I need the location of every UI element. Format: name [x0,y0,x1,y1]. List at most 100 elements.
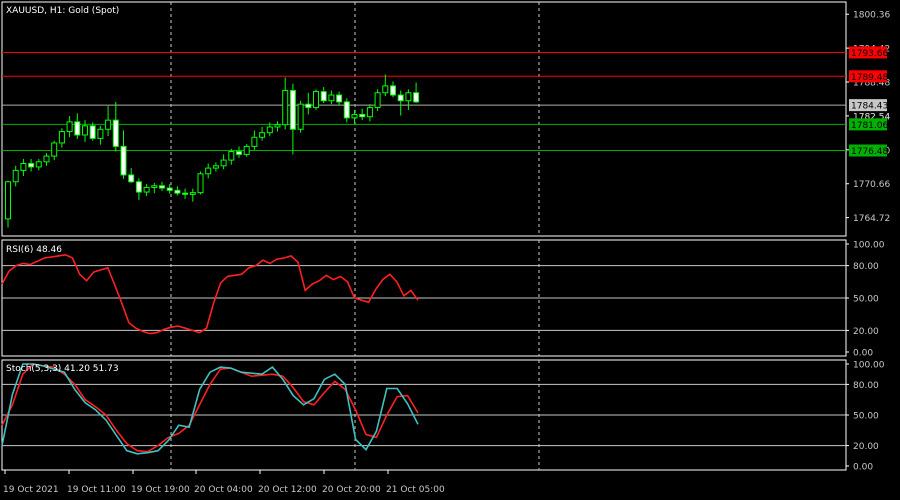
candle-body [336,94,343,103]
candle-bullish [97,125,104,145]
candle-bullish [251,130,258,150]
candle-body [351,113,358,119]
candle-body [259,132,266,138]
candle-body [12,169,19,183]
candle-bullish [297,100,304,133]
candle-bearish [305,92,312,115]
time-tick-label: 20 Oct 04:00 [194,485,253,495]
stoch-tick-label: 20.00 [853,442,879,452]
price-level-label: 1776.48 [851,147,888,157]
candle-body [205,167,212,175]
candle-bullish [259,126,266,141]
candle-body [35,161,42,168]
rsi-title: RSI(6) 48.46 [6,245,62,255]
price-tick-label: 1770.66 [853,180,890,190]
candle-bearish [320,87,327,104]
candle-body [289,89,296,130]
level-tags: 1793.66 1789.48 1784.43 1781.06 1776.48 [849,46,888,157]
candle-body [228,151,235,161]
candle-body [266,126,273,134]
candle-bullish [197,171,204,195]
chart-title: XAUUSD, H1: Gold (Spot) [6,6,119,16]
candle-bullish [12,165,19,187]
candle-body [366,107,373,118]
candle-bearish [182,188,189,199]
candle-bullish [20,158,27,177]
candle-body [397,94,404,102]
candle-bullish [405,89,412,110]
candle-bearish [397,90,404,116]
candle-bullish [328,90,335,105]
candle-body [89,125,96,139]
time-tick-label: 20 Oct 20:00 [322,485,381,495]
candle-body [282,89,289,126]
candle-body [97,128,104,139]
candle-bullish [82,120,88,142]
candle-body [28,163,35,168]
price-levels [2,51,846,152]
candle-body [297,103,304,130]
candle-bullish [151,182,158,194]
time-tick-label: 19 Oct 11:00 [67,485,126,495]
candle-body [43,155,50,163]
candle-body [251,136,258,147]
candle-body [166,187,173,191]
candle-body [112,119,119,147]
candle-bullish [143,184,150,197]
candle-bearish [28,158,35,172]
stoch-tick-label: 50.00 [853,412,879,422]
candle-bullish [189,188,196,202]
rsi-axis: 100.00 80.00 50.00 20.00 0.00 [846,241,885,359]
stoch-title: Stoch(5,3,3) 41.20 51.73 [6,364,119,374]
price-level-label: 1781.06 [851,121,888,131]
candle-bullish [5,180,11,228]
candle-body [74,121,81,136]
candle-bearish [289,83,296,155]
rsi-tick-label: 80.00 [853,262,879,272]
candle-body [390,85,396,96]
candle-bearish [74,113,81,139]
candle-bullish [212,162,219,172]
candle-bullish [313,89,319,110]
candle-body [105,119,112,130]
rsi-tick-label: 100.00 [853,241,885,251]
candle-bullish [35,158,42,171]
candle-body [143,186,150,193]
time-tick-label: 20 Oct 12:00 [258,485,317,495]
candle-body [212,165,219,169]
candle-bearish [343,98,350,123]
candle-bearish [159,181,165,191]
candle-bullish [243,144,250,157]
candle-body [328,94,335,102]
candle-body [20,163,27,171]
candle-bullish [351,109,358,124]
stoch-axis: 100.00 80.00 50.00 20.00 0.00 [846,361,885,473]
candle-bullish [105,105,112,137]
candle-bullish [43,153,50,166]
rsi-tick-label: 20.00 [853,327,879,337]
candle-body [128,174,135,183]
candle-bearish [89,122,96,141]
price-level-label: 1784.43 [851,102,888,112]
candle-bearish [135,178,142,201]
time-tick-label: 21 Oct 05:00 [386,485,445,495]
candle-body [320,91,327,102]
candle-body [58,131,65,144]
candle-bullish [205,163,212,179]
candle-bullish [228,148,235,165]
rsi-tick-label: 50.00 [853,295,879,305]
stoch-levels [2,383,846,447]
candle-bullish [66,116,73,138]
candle-body [197,173,204,194]
candle-body [120,145,127,176]
candle-body [159,185,165,189]
time-tick-label: 19 Oct 2021 [3,485,59,495]
trading-chart[interactable]: XAUUSD, H1: Gold (Spot) 1800.361794.4217… [0,0,900,500]
time-tick-label: 19 Oct 19:00 [131,485,190,495]
candle-bearish [413,82,420,104]
candle-bearish [166,184,173,194]
candle-body [189,192,196,195]
candle-body [313,91,319,109]
price-level-label: 1789.48 [851,73,888,83]
candle-bearish [236,146,242,158]
